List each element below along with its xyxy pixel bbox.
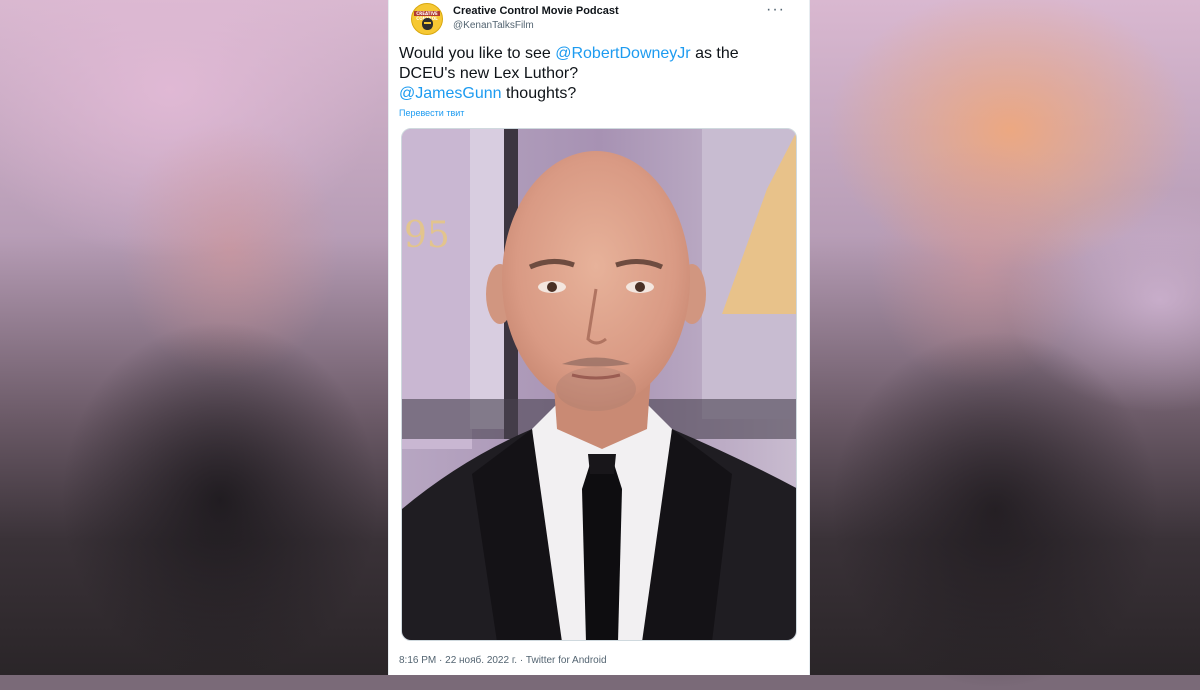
tweet-text-segment: Would you like to see: [399, 45, 556, 62]
tweet-photo[interactable]: 95: [401, 128, 797, 641]
background-blur-shape: [830, 330, 1160, 690]
author-handle[interactable]: @KenanTalksFilm: [453, 20, 534, 31]
avatar-logo-text: CREATIVE CONTROL: [414, 11, 440, 21]
mention-link[interactable]: @RobertDowneyJr: [555, 45, 690, 62]
portrait-illustration: 95: [402, 129, 796, 640]
avatar[interactable]: CREATIVE CONTROL: [411, 3, 443, 35]
tweet-header: CREATIVE CONTROL Creative Control Movie …: [401, 0, 797, 40]
background-blur-shape: [60, 320, 380, 680]
tweet-text-segment: thoughts?: [501, 85, 577, 102]
tweet-text: Would you like to see @RobertDowneyJr as…: [399, 44, 799, 104]
backdrop-number: 95: [404, 215, 450, 256]
translate-tweet-link[interactable]: Перевести твит: [399, 108, 464, 118]
tweet-timestamp-source[interactable]: 8:16 PM · 22 нояб. 2022 г. · Twitter for…: [399, 655, 607, 666]
mention-link[interactable]: @JamesGunn: [399, 85, 502, 102]
tweet-card: CREATIVE CONTROL Creative Control Movie …: [388, 0, 810, 675]
author-name[interactable]: Creative Control Movie Podcast: [453, 5, 619, 17]
avatar-logo-icon: [422, 18, 433, 30]
more-horizontal-icon[interactable]: ···: [766, 2, 785, 18]
